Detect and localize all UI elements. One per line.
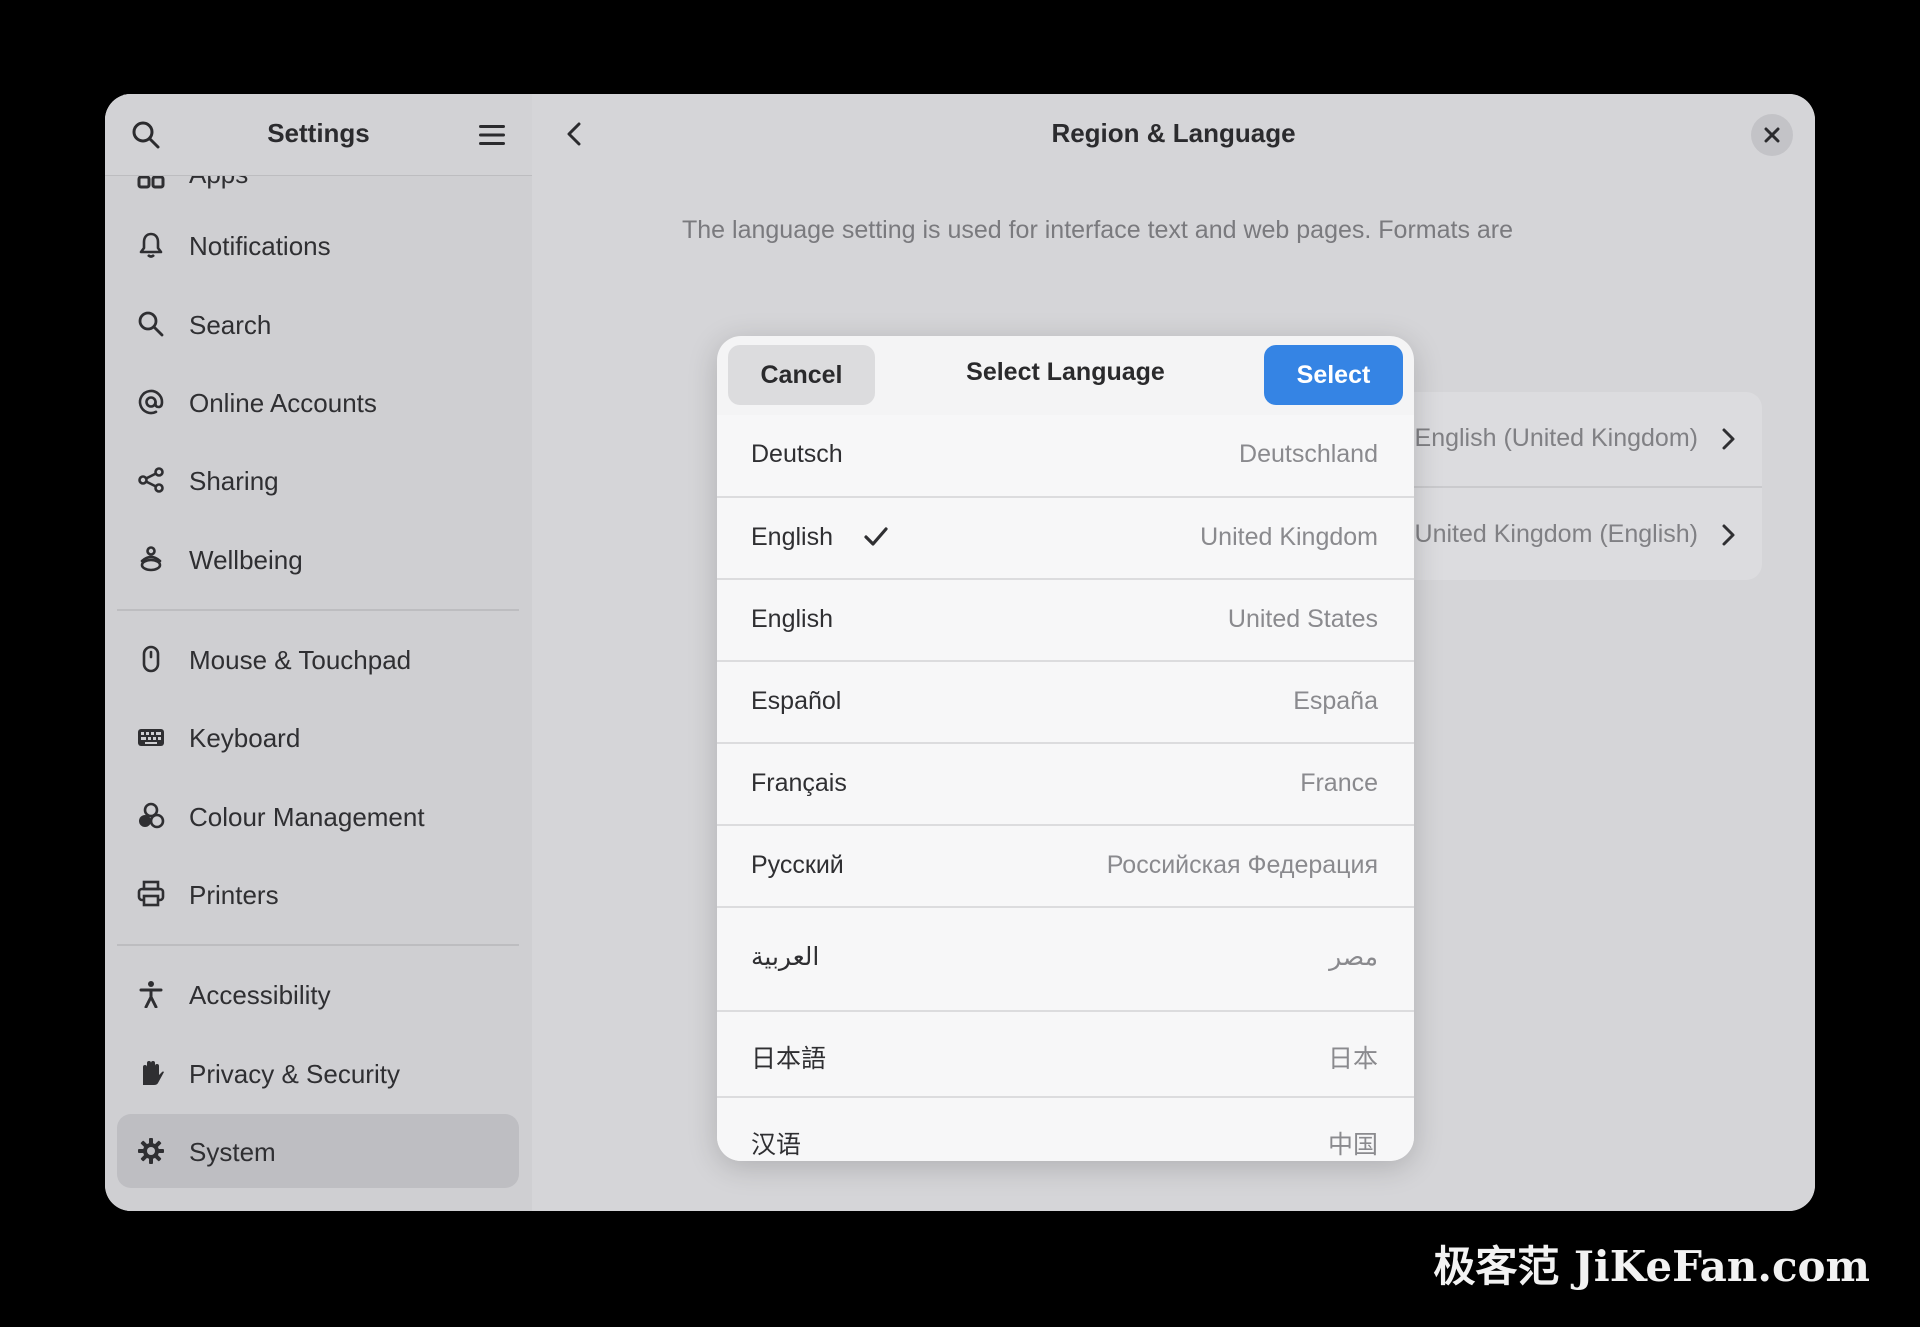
sidebar-item-label: Wellbeing: [189, 545, 303, 575]
sidebar-item-printers[interactable]: Printers: [117, 857, 519, 931]
list-item-language[interactable]: 日本語 日本: [717, 1012, 1414, 1098]
language-name: 日本語: [751, 1045, 827, 1073]
sidebar-item-notifications[interactable]: Notifications: [117, 208, 519, 282]
language-name: العربية: [751, 943, 820, 971]
formats-value: United Kingdom (English): [1414, 520, 1698, 548]
language-region: United Kingdom: [1200, 523, 1378, 551]
chevron-right-icon: [1722, 428, 1735, 450]
sidebar-item-wellbeing[interactable]: Wellbeing: [117, 522, 519, 596]
language-name: 汉语: [751, 1131, 802, 1159]
list-item-language[interactable]: English United Kingdom: [717, 498, 1414, 580]
select-button[interactable]: Select: [1264, 345, 1403, 405]
sidebar-item-colour-management[interactable]: Colour Management: [117, 779, 519, 853]
sidebar-item-mouse-touchpad[interactable]: Mouse & Touchpad: [117, 622, 519, 696]
sidebar-item-keyboard[interactable]: Keyboard: [117, 700, 519, 774]
list-item-language[interactable]: Français France: [717, 744, 1414, 826]
settings-window: Settings Apps Notific: [105, 94, 1815, 1211]
list-item-language[interactable]: English United States: [717, 580, 1414, 662]
close-icon: [1764, 127, 1780, 143]
language-region: España: [1293, 687, 1378, 715]
list-item-language[interactable]: العربية مصر: [717, 908, 1414, 1012]
sidebar-item-label: Printers: [189, 880, 279, 910]
printer-icon: [137, 880, 165, 907]
sidebar-item-sharing[interactable]: Sharing: [117, 443, 519, 517]
language-name: Français: [751, 769, 847, 797]
select-language-dialog: Cancel Select Language Select Deutsch De…: [717, 336, 1414, 1161]
sidebar-item-system[interactable]: System: [117, 1114, 519, 1188]
keyboard-icon: [138, 729, 164, 746]
language-region: Российская Федерация: [1106, 851, 1378, 879]
language-region: United States: [1227, 605, 1378, 633]
sidebar-item-label: Accessibility: [189, 980, 331, 1010]
sidebar-item-accessibility[interactable]: Accessibility: [117, 957, 519, 1031]
language-list: Deutsch Deutschland English United Kingd…: [717, 415, 1414, 1161]
language-name: Deutsch: [751, 440, 843, 468]
language-region: France: [1300, 769, 1378, 797]
wellbeing-icon: [140, 546, 162, 572]
sidebar: Settings Apps Notific: [105, 94, 532, 1211]
sidebar-item-label: Online Accounts: [189, 388, 377, 418]
colour-icon: [139, 802, 165, 829]
sidebar-item-label: Notifications: [189, 231, 331, 261]
hand-icon: [143, 1061, 164, 1085]
page-title: Region & Language: [1051, 118, 1296, 148]
sidebar-item-online-accounts[interactable]: Online Accounts: [117, 365, 519, 439]
sidebar-item-label: Sharing: [189, 466, 279, 496]
hamburger-menu-icon[interactable]: [477, 121, 507, 149]
sidebar-list: Notifications Search Online Accounts Sha…: [105, 175, 532, 1211]
search-icon: [138, 311, 164, 337]
dialog-header: Cancel Select Language Select: [717, 336, 1414, 415]
sidebar-item-label: System: [189, 1137, 276, 1167]
sidebar-separator: [117, 944, 519, 946]
sidebar-item-search[interactable]: Search: [117, 287, 519, 361]
sidebar-item-label: Search: [189, 310, 272, 340]
list-item-language[interactable]: Deutsch Deutschland: [717, 415, 1414, 498]
mouse-icon: [142, 645, 160, 673]
sidebar-item-privacy-security[interactable]: Privacy & Security: [117, 1036, 519, 1110]
language-region: Deutschland: [1239, 440, 1378, 468]
checkmark-icon: [864, 527, 888, 546]
sidebar-header: Settings: [105, 94, 532, 176]
sidebar-title: Settings: [267, 118, 370, 148]
sidebar-item-label: Keyboard: [189, 723, 301, 753]
language-name: Español: [751, 687, 842, 715]
sidebar-item-label: Privacy & Security: [189, 1059, 400, 1089]
accessibility-icon: [139, 981, 163, 1008]
sidebar-item-label: Colour Management: [189, 802, 425, 832]
list-item-language[interactable]: Русский Российская Федерация: [717, 826, 1414, 908]
language-name: Русский: [751, 851, 844, 879]
share-icon: [138, 467, 164, 493]
list-item-language[interactable]: 汉语 中国: [717, 1098, 1414, 1161]
language-region: 日本: [1327, 1045, 1378, 1073]
language-name: English: [751, 605, 833, 633]
language-region: مصر: [1329, 943, 1378, 971]
gear-icon: [138, 1138, 164, 1164]
language-value: English (United Kingdom): [1414, 424, 1698, 452]
sidebar-separator: [117, 609, 519, 611]
list-item-language[interactable]: Español España: [717, 662, 1414, 744]
sidebar-item-label: Mouse & Touchpad: [189, 645, 412, 675]
language-description: The language setting is used for interfa…: [682, 216, 1514, 244]
main-header: Region & Language: [532, 94, 1815, 175]
at-icon: [138, 389, 164, 415]
bell-icon: [139, 232, 163, 258]
chevron-right-icon: [1722, 524, 1735, 546]
language-region: 中国: [1327, 1131, 1378, 1159]
watermark: 极客范 JiKeFan.com: [1433, 1242, 1870, 1291]
close-button[interactable]: [1751, 114, 1793, 156]
language-name: English: [751, 523, 833, 551]
